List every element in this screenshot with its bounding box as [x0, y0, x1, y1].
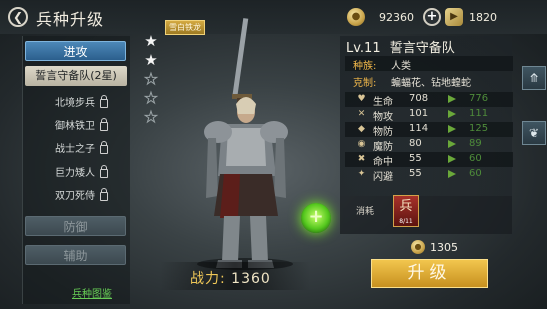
- knight-character-image: [197, 18, 293, 270]
- chevron-left-icon: ❮: [12, 10, 24, 24]
- race-value: 人类: [391, 61, 411, 72]
- arrow-right-icon: [448, 170, 456, 178]
- race-row: 种族: 人类: [345, 56, 513, 72]
- arrow-right-icon: [448, 110, 456, 118]
- unit-card-item[interactable]: 兵 8/11: [393, 195, 419, 227]
- star-filled-icon: ★: [144, 51, 158, 69]
- crossed-swords-icon: ✕: [357, 109, 366, 119]
- unit-item[interactable]: 巨力矮人: [55, 164, 108, 179]
- wings-icon: ❦: [528, 126, 540, 140]
- arrow-up-icon: ⤊: [528, 71, 540, 85]
- lock-icon: [100, 117, 108, 131]
- shield-icon: ◆: [358, 124, 365, 134]
- stat-row-magic-defense: ◉ 魔防 80 89: [357, 138, 482, 153]
- back-button[interactable]: ❮: [8, 7, 28, 27]
- stat-row-defense: ◆ 物防 114 125: [345, 122, 513, 138]
- wings-button[interactable]: ❦: [522, 121, 546, 145]
- unit-level: Lv.11: [346, 41, 381, 56]
- add-currency-button[interactable]: +: [423, 8, 441, 26]
- unit-guide-link[interactable]: 兵种图鉴: [72, 285, 112, 300]
- coin-icon: ●: [347, 8, 365, 26]
- token-icon: ▶: [445, 8, 463, 26]
- selected-unit-item[interactable]: 誓言守备队(2星): [25, 66, 127, 86]
- coin-amount: 92360: [379, 10, 414, 24]
- gold-cost-value: 1305: [430, 240, 458, 254]
- upgrade-orb-button[interactable]: +: [301, 203, 331, 233]
- counter-label: 克制:: [353, 78, 377, 89]
- plus-icon: +: [308, 206, 324, 227]
- star-rating: ★ ★ ★ ★ ★: [143, 32, 159, 127]
- token-counter: ▶ 1820: [445, 7, 497, 27]
- power-value: 1360: [231, 271, 271, 287]
- unit-item[interactable]: 北境步兵: [55, 94, 108, 109]
- lock-icon: [100, 187, 108, 201]
- stat-row-dodge: ✦ 闪避 55 60: [357, 168, 482, 183]
- coin-icon: ●: [411, 240, 425, 254]
- arrow-right-icon: [448, 140, 456, 148]
- lock-icon: [100, 164, 108, 178]
- heart-icon: ♥: [357, 94, 366, 104]
- token-amount: 1820: [469, 10, 497, 24]
- game-screen: ❮ 兵种升级 ● 92360 + ▶ 1820 进攻 誓言守备队(2星) 北境步…: [0, 0, 547, 309]
- card-glyph: 兵: [399, 199, 413, 214]
- star-empty-icon: ★: [144, 108, 158, 127]
- power-label: 战力:: [190, 271, 226, 287]
- tab-defense[interactable]: 防御: [25, 216, 126, 236]
- upgrade-button[interactable]: 升级: [371, 259, 488, 288]
- cost-label: 消耗: [356, 207, 375, 217]
- race-label: 种族:: [353, 61, 377, 72]
- star-empty-icon: ★: [144, 70, 158, 89]
- stat-row-hp: ♥ 生命 708 776: [345, 92, 513, 108]
- target-icon: ✖: [357, 154, 366, 164]
- star-empty-icon: ★: [144, 89, 158, 108]
- combat-power: 战力: 1360: [190, 268, 271, 288]
- coin-counter: ● 92360: [347, 7, 414, 27]
- dodge-icon: ✦: [357, 169, 366, 179]
- stat-row-attack: ✕ 物攻 101 111: [357, 108, 489, 123]
- lock-icon: [100, 94, 108, 108]
- unit-item[interactable]: 双刀死侍: [55, 187, 108, 202]
- unit-item[interactable]: 战士之子: [55, 140, 108, 155]
- magic-shield-icon: ◉: [357, 139, 366, 149]
- stat-row-hit: ✖ 命中 55 60: [345, 152, 513, 168]
- promote-button[interactable]: ⤊: [522, 66, 546, 90]
- arrow-right-icon: [448, 125, 456, 133]
- unit-title: Lv.11 誓言守备队: [346, 37, 455, 56]
- page-title: 兵种升级: [36, 10, 105, 29]
- tab-attack[interactable]: 进攻: [25, 41, 126, 61]
- lock-icon: [100, 140, 108, 154]
- arrow-right-icon: [448, 95, 456, 103]
- counter-row: 克制: 蝙蝠花、钻地蝗蛇: [345, 73, 513, 89]
- star-filled-icon: ★: [144, 32, 158, 50]
- tab-support[interactable]: 辅助: [25, 245, 126, 265]
- unit-item[interactable]: 御林铁卫: [55, 117, 108, 132]
- counter-value: 蝙蝠花、钻地蝗蛇: [391, 78, 471, 89]
- arrow-right-icon: [448, 155, 456, 163]
- gold-cost: ● 1305: [411, 240, 458, 254]
- card-count: 8/11: [399, 218, 413, 225]
- unit-name: 誓言守备队: [389, 41, 455, 56]
